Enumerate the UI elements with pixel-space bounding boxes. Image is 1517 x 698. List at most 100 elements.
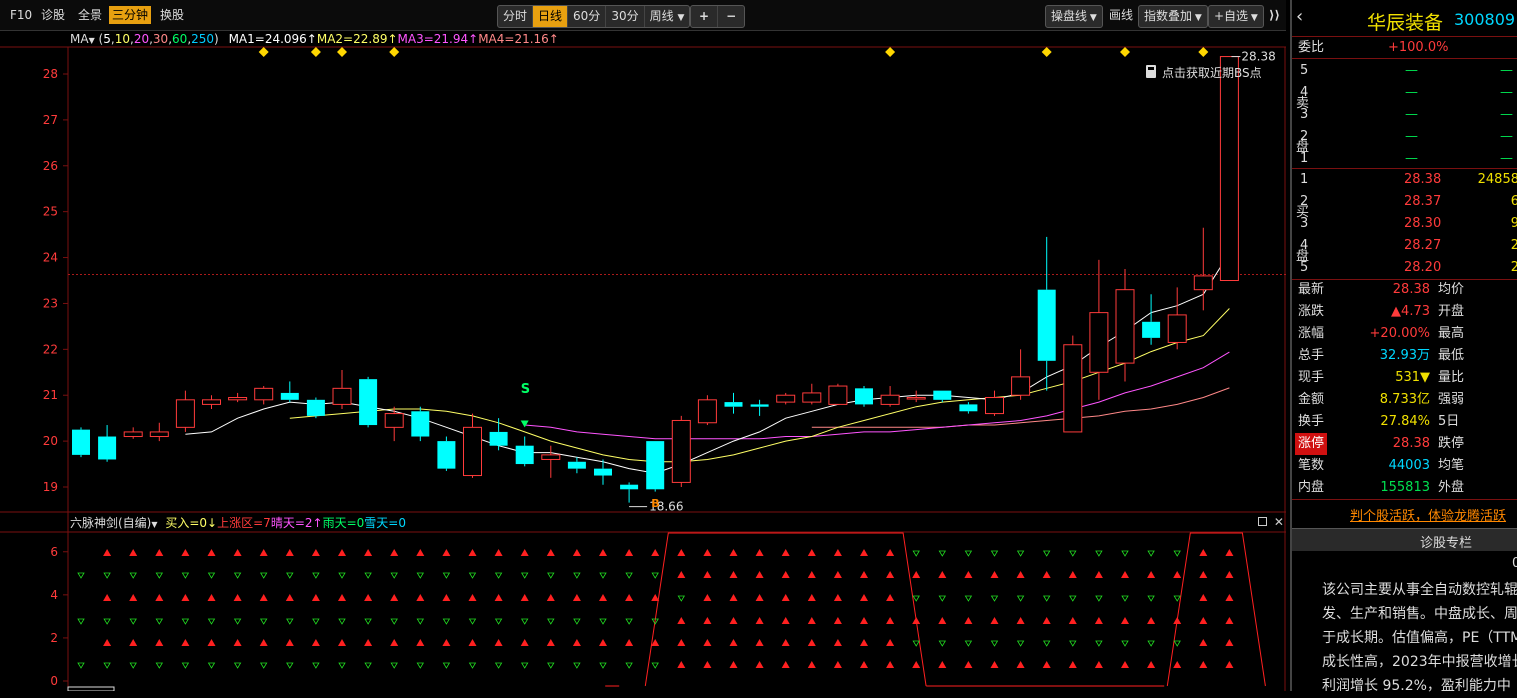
diag-line: 利润增长 95.2%，盈利能力中 [1322,678,1511,694]
indicator-down-triangle [1095,550,1103,557]
indicator-up-triangle [755,594,764,601]
candle-body [1142,321,1161,338]
stat-row: 笔数 44003 均笔 [1298,458,1465,473]
indicator-down-triangle [1121,595,1129,602]
indicator-down-triangle [77,618,85,625]
indicator-up-triangle [364,594,373,601]
bid-row: 1 28.38 24858 [1300,172,1517,187]
indicator-up-triangle [546,639,555,646]
indicator-up-triangle [129,639,138,646]
maximize-icon[interactable] [1258,517,1267,526]
tab-60min[interactable]: 60分 [568,6,607,27]
candle-body [1115,289,1135,364]
indicator-name[interactable]: 六脉神剑(自编) [70,516,151,530]
period-tabs: 分时 日线 60分 30分 周线 ▼ [497,5,691,28]
indicator-down-triangle [1173,550,1181,557]
ma2-value: MA2=22.89↑ [316,32,398,46]
panorama-button[interactable]: 全景 [75,6,105,24]
y-tick-label: 24 [43,251,58,265]
candle-body [541,454,561,460]
zoom-in-button[interactable]: + [691,6,719,27]
indicator-down-triangle [938,640,947,647]
indicator-up-triangle [207,549,216,556]
indicator-down-triangle [520,618,529,625]
indicator-up-triangle [1121,617,1129,624]
indicator-down-triangle [520,572,529,579]
weibi-value: +100.0% [1388,40,1449,55]
indicator-up-triangle [1199,617,1208,624]
indicator-up-triangle [155,594,164,601]
indicator-down-triangle [599,572,607,579]
diagnose-button[interactable]: 诊股 [38,6,68,24]
tab-intraday[interactable]: 分时 [498,6,534,27]
tab-weekly[interactable]: 周线 ▼ [645,6,690,27]
ma-legend-label[interactable]: MA [70,32,89,46]
indicator-up-triangle [886,639,895,646]
indicator-down-triangle [129,618,137,625]
indicator-up-triangle [442,639,451,646]
bs-diamond-marker [258,47,269,57]
indicator-down-triangle [468,572,477,579]
add-watchlist-button[interactable]: +自选 ▼ [1208,5,1264,28]
switch-stock-button[interactable]: 换股 [157,6,187,24]
indicator-axis-label: 2 [50,631,58,645]
indicator-up-triangle [860,661,868,668]
indicator-up-triangle [964,571,973,578]
back-chevron-icon[interactable]: ‹ [1296,6,1303,27]
indicator-up-triangle [1147,571,1156,578]
indicator-up-triangle [677,571,686,578]
collapse-panel-icon[interactable]: ⟩⟩ [1266,6,1283,24]
indicator-down-triangle [155,572,164,579]
indicator-up-triangle [833,571,842,578]
indicator-up-triangle [285,639,294,646]
f10-button[interactable]: F10 [7,6,35,24]
bid-row: 4 28.27 2 [1300,238,1517,253]
indicator-up-triangle [703,594,712,601]
indicator-up-triangle [1094,617,1103,624]
draw-line-button[interactable]: 画线 [1106,6,1136,24]
indicator-up-triangle [781,617,790,624]
indicator-down-triangle [338,572,346,579]
y-tick-label: 25 [43,205,58,219]
close-icon[interactable]: ✕ [1274,515,1284,529]
bs-point-tip[interactable]: 点击获取近期BS点 [1146,64,1262,81]
indicator-up-triangle [1016,661,1025,668]
indicator-down-triangle [103,662,111,669]
indicator-down-triangle [1042,640,1051,647]
indicator-up-triangle [860,639,868,646]
indicator-up-triangle [129,594,138,601]
indicator-up-triangle [1016,617,1025,624]
y-tick-label: 21 [43,388,58,402]
candle-body [567,461,586,469]
indicator-up-triangle [833,617,842,624]
candle-body [149,431,169,438]
candle-body [1063,344,1083,433]
indicator-down-triangle [1147,550,1155,557]
indicator-up-triangle [103,549,112,556]
chevron-down-icon: ▼ [677,13,685,23]
indicator-up-triangle [546,549,555,556]
candle-body [384,413,404,428]
indicator-up-triangle [860,617,868,624]
three-minute-button[interactable]: 三分钟 [109,6,152,24]
trade-line-button[interactable]: 操盘线 ▼ [1045,5,1103,28]
indicator-down-triangle [494,662,503,669]
candle-body [671,419,691,483]
indicator-up-triangle [390,594,399,601]
bid-row: 2 28.37 6 [1300,194,1517,209]
promo-link[interactable]: 判个股活跃，体验龙腾活跃 [1350,505,1506,524]
buy-side-label: 买盘 [1296,205,1310,264]
bs-diamond-marker [1120,47,1130,57]
indicator-down-triangle [964,595,973,602]
zoom-out-button[interactable]: − [718,6,744,27]
tab-daily[interactable]: 日线 [533,6,569,27]
indicator-up-triangle [833,549,842,556]
indicator-up-triangle [390,549,399,556]
indicator-down-triangle [364,618,372,625]
index-overlay-button[interactable]: 指数叠加 ▼ [1138,5,1208,28]
indicator-up-triangle [259,549,268,556]
indicator-up-triangle [572,639,581,646]
indicator-up-triangle [468,594,477,601]
indicator-down-triangle [416,572,425,579]
tab-30min[interactable]: 30分 [606,6,645,27]
